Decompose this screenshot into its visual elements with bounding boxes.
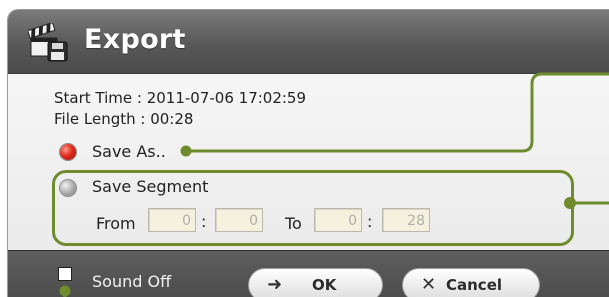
from-minutes-field[interactable]: 0 [148, 208, 196, 232]
ok-button[interactable]: ➜ OK [248, 268, 383, 297]
to-minutes-field[interactable]: 0 [314, 208, 362, 232]
cancel-button[interactable]: ✕ Cancel [402, 268, 540, 297]
save-segment-label[interactable]: Save Segment [92, 177, 208, 196]
screen: Export Start Time : 2011-07-06 17:02:59 … [0, 0, 609, 297]
save-segment-radio[interactable] [60, 180, 76, 196]
save-as-label[interactable]: Save As.. [92, 142, 166, 161]
dialog-title: Export [84, 24, 186, 55]
from-label: From [96, 214, 136, 233]
arrow-right-icon: ➜ [267, 274, 283, 295]
ok-button-label: OK [312, 276, 337, 294]
to-label: To [285, 214, 302, 233]
clapperboard-save-icon [27, 21, 70, 63]
sound-off-label[interactable]: Sound Off [92, 272, 171, 291]
from-seconds-field[interactable]: 0 [215, 208, 263, 232]
sound-off-checkbox[interactable] [58, 267, 72, 281]
start-time-text: Start Time : 2011-07-06 17:02:59 [54, 89, 307, 107]
file-length-text: File Length : 00:28 [54, 110, 194, 128]
to-seconds-field[interactable]: 28 [382, 208, 430, 232]
dialog-titlebar: Export [8, 10, 609, 74]
from-separator: : [201, 212, 207, 231]
close-x-icon: ✕ [421, 274, 437, 295]
cancel-button-label: Cancel [446, 276, 503, 294]
export-dialog: Export Start Time : 2011-07-06 17:02:59 … [8, 10, 609, 297]
to-separator: : [367, 212, 373, 231]
save-as-radio[interactable] [60, 144, 76, 160]
